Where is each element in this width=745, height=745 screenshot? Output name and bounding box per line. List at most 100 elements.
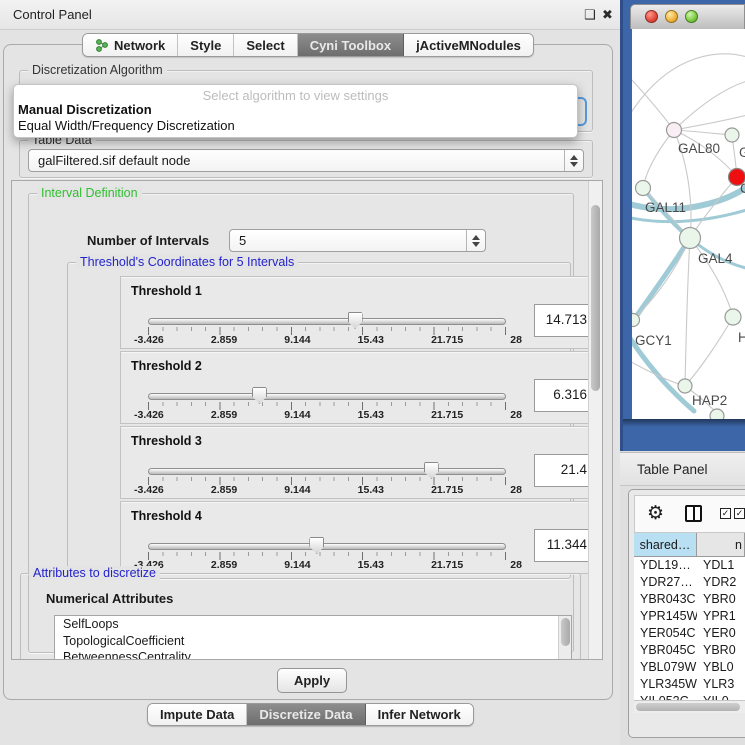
list-item[interactable]: TopologicalCoefficient bbox=[55, 633, 571, 650]
threshold-value-field[interactable]: 14.713 bbox=[534, 304, 594, 337]
cell: YDL19… bbox=[634, 557, 697, 574]
tab-label: jActiveMNodules bbox=[416, 38, 521, 53]
node-table: shared… n YDL19…YDL1 YDR27…YDR2 YBR043CY… bbox=[634, 533, 745, 700]
node-partial-right-top[interactable] bbox=[725, 128, 739, 142]
threshold-slider[interactable]: -3.4262.8599.14415.4321.71528 bbox=[148, 427, 506, 500]
table-row[interactable]: YIL052CYIL0 bbox=[634, 693, 745, 700]
slider-track[interactable] bbox=[148, 543, 506, 550]
node-label: C bbox=[740, 181, 745, 196]
table-row[interactable]: YPR145WYPR1 bbox=[634, 608, 745, 625]
float-window-icon[interactable]: ❑ bbox=[584, 7, 596, 23]
viewport-scrollbar[interactable] bbox=[588, 181, 602, 660]
cell: YBR0 bbox=[697, 591, 745, 608]
node-gal4[interactable] bbox=[680, 228, 701, 249]
table-horizontal-scrollbar[interactable] bbox=[634, 700, 745, 713]
scrollbar-thumb[interactable] bbox=[591, 205, 600, 391]
slider-track[interactable] bbox=[148, 393, 506, 400]
settings-viewport: Interval Definition Number of Intervals … bbox=[11, 180, 603, 660]
tab-label: Cyni Toolbox bbox=[310, 38, 391, 53]
column-header-shared[interactable]: shared… bbox=[634, 533, 697, 556]
tab-label: Network bbox=[114, 38, 165, 53]
node-gal80[interactable] bbox=[667, 123, 682, 138]
threshold-value-field[interactable]: 6.316 bbox=[534, 379, 594, 412]
control-panel-titlebar: Control Panel ❑ ✖ bbox=[0, 0, 620, 30]
tab-label: Impute Data bbox=[160, 707, 234, 722]
network-canvas[interactable]: GAL80 G C GAL11 GAL4 GCY1 H HAP2 bbox=[632, 29, 745, 419]
cell: YLR345W bbox=[634, 676, 697, 693]
checkbox-icon[interactable]: ✓ bbox=[720, 508, 731, 519]
list-scrollbar[interactable] bbox=[558, 616, 571, 660]
table-row[interactable]: YLR345WYLR3 bbox=[634, 676, 745, 693]
tick-label: 21.715 bbox=[431, 409, 463, 421]
threshold-value-field[interactable]: 11.344 bbox=[534, 529, 594, 562]
threshold-value-field[interactable]: 21.4 bbox=[534, 454, 594, 487]
tick-label: 21.715 bbox=[431, 559, 463, 571]
zoom-traffic-light[interactable] bbox=[685, 10, 698, 23]
node-gal11[interactable] bbox=[636, 181, 651, 196]
column-header-name[interactable]: n bbox=[697, 533, 745, 556]
tick-label: -3.426 bbox=[134, 334, 164, 346]
close-icon[interactable]: ✖ bbox=[602, 7, 613, 23]
table-row[interactable]: YBL079WYBL0 bbox=[634, 659, 745, 676]
tick-label: -3.426 bbox=[134, 484, 164, 496]
cell: YIL0 bbox=[697, 693, 745, 700]
slider-track[interactable] bbox=[148, 468, 506, 475]
table-row[interactable]: YDL19…YDL1 bbox=[634, 557, 745, 574]
tab-cyni-toolbox[interactable]: Cyni Toolbox bbox=[298, 34, 404, 56]
threshold-panel: Threshold 4 -3.4262.8599.14415.4321.7152… bbox=[120, 501, 603, 574]
table-row[interactable]: YER054CYER0 bbox=[634, 625, 745, 642]
node-partial-bottom[interactable] bbox=[710, 409, 724, 419]
scrollbar-thumb[interactable] bbox=[636, 703, 740, 711]
close-traffic-light[interactable] bbox=[645, 10, 658, 23]
table-row[interactable]: YBR043CYBR0 bbox=[634, 591, 745, 608]
tab-label: Discretize Data bbox=[259, 707, 352, 722]
threshold-slider[interactable]: -3.4262.8599.14415.4321.71528 bbox=[148, 277, 506, 350]
tab-network[interactable]: Network bbox=[83, 34, 178, 56]
node-label: GCY1 bbox=[635, 333, 672, 348]
node-label: GAL80 bbox=[678, 141, 720, 156]
checkbox-icon[interactable]: ✓ bbox=[734, 508, 745, 519]
network-icon bbox=[95, 38, 109, 52]
gear-icon[interactable]: ⚙ bbox=[647, 502, 664, 525]
list-item[interactable]: SelfLoops bbox=[55, 616, 571, 633]
slider-track[interactable] bbox=[148, 318, 506, 325]
section-title: Discretization Algorithm bbox=[28, 63, 167, 77]
split-columns-icon[interactable] bbox=[685, 505, 702, 522]
network-graph: GAL80 G C GAL11 GAL4 GCY1 H HAP2 bbox=[632, 29, 745, 419]
tab-infer-network[interactable]: Infer Network bbox=[366, 704, 473, 725]
table-row[interactable]: YBR045CYBR0 bbox=[634, 642, 745, 659]
table-data-combobox[interactable]: galFiltered.sif default node bbox=[28, 149, 584, 172]
dropdown-item-manual-discretization[interactable]: Manual Discretization bbox=[14, 102, 577, 118]
cell: YIL052C bbox=[634, 693, 697, 700]
list-item[interactable]: BetweennessCentrality bbox=[55, 649, 571, 660]
slider-tick-labels: -3.4262.8599.14415.4321.71528 bbox=[134, 559, 522, 571]
cell: YER0 bbox=[697, 625, 745, 642]
node-label: H bbox=[738, 330, 745, 345]
tab-jactivemnodules[interactable]: jActiveMNodules bbox=[404, 34, 533, 56]
node-hap2[interactable] bbox=[678, 379, 692, 393]
tab-impute-data[interactable]: Impute Data bbox=[148, 704, 247, 725]
tick-label: 28 bbox=[510, 484, 522, 496]
num-intervals-combobox[interactable]: 5 bbox=[229, 229, 486, 252]
threshold-slider[interactable]: -3.4262.8599.14415.4321.71528 bbox=[148, 502, 506, 575]
tab-style[interactable]: Style bbox=[178, 34, 234, 56]
numerical-attributes-list[interactable]: SelfLoops TopologicalCoefficient Between… bbox=[54, 615, 572, 660]
threshold-slider[interactable]: -3.4262.8599.14415.4321.71528 bbox=[148, 352, 506, 425]
slider-tick-labels: -3.4262.8599.14415.4321.71528 bbox=[134, 409, 522, 421]
tick-label: 28 bbox=[510, 559, 522, 571]
minimize-traffic-light[interactable] bbox=[665, 10, 678, 23]
tick-label: 2.859 bbox=[211, 409, 237, 421]
section-title: Threshold's Coordinates for 5 Intervals bbox=[76, 255, 298, 269]
apply-button[interactable]: Apply bbox=[277, 668, 347, 693]
table-row[interactable]: YDR27…YDR2 bbox=[634, 574, 745, 591]
dropdown-item-equal-width-frequency[interactable]: Equal Width/Frequency Discretization bbox=[14, 118, 577, 134]
tab-select[interactable]: Select bbox=[234, 34, 297, 56]
tab-discretize-data[interactable]: Discretize Data bbox=[247, 704, 365, 725]
node-gcy1[interactable] bbox=[632, 314, 640, 327]
scrollbar-thumb[interactable] bbox=[561, 618, 570, 646]
table-toolbar: ⚙ ✓ ✓ bbox=[634, 495, 745, 533]
cell: YLR3 bbox=[697, 676, 745, 693]
control-panel: Control Panel ❑ ✖ Network Style Select C… bbox=[0, 0, 620, 745]
node-partial-right-low[interactable] bbox=[725, 309, 741, 325]
threshold-panel: Threshold 1 -3.4262.8599.14415.4321.7152… bbox=[120, 276, 603, 349]
